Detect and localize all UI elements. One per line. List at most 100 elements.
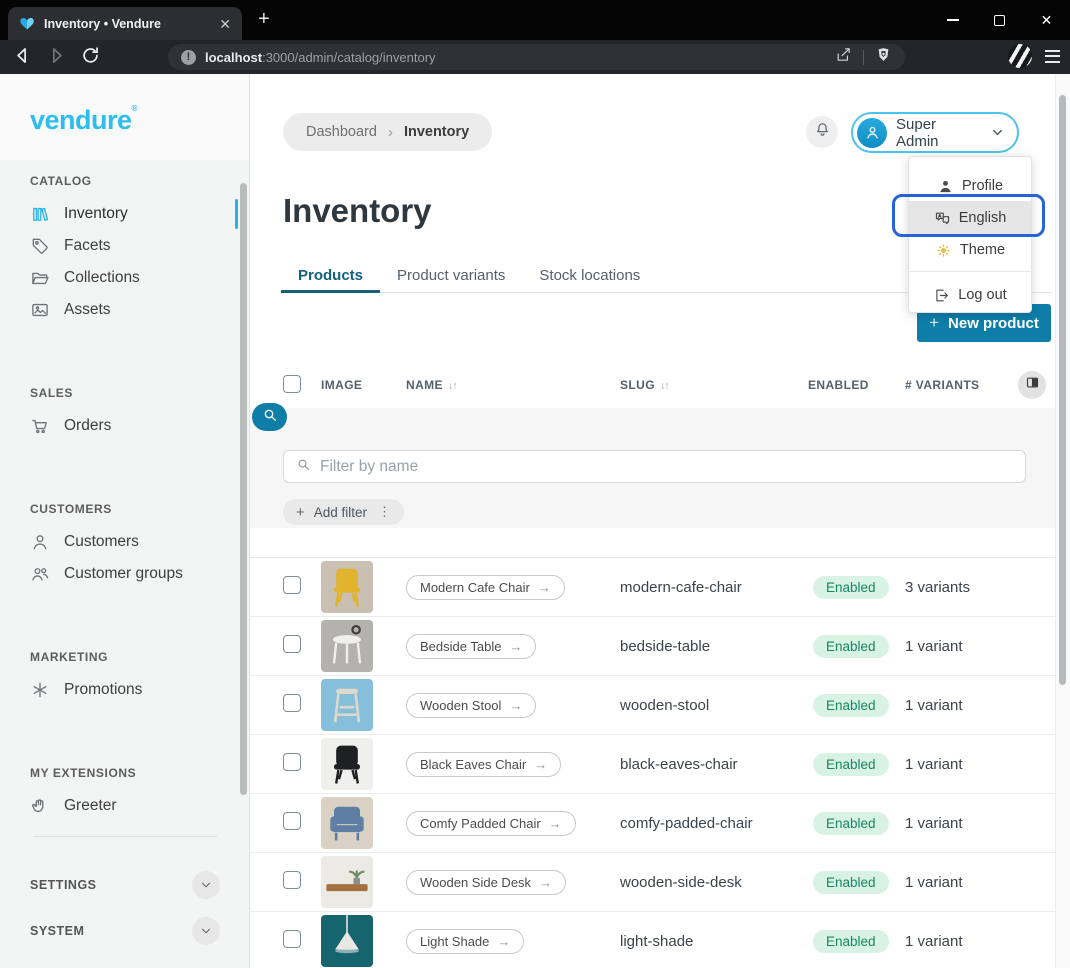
sun-icon	[935, 242, 952, 259]
nav-section-marketing: MARKETING Promotions	[0, 644, 249, 706]
column-header-image[interactable]: IMAGE	[321, 378, 406, 392]
product-name-link[interactable]: Wooden Stool→	[406, 693, 536, 718]
columns-icon	[1025, 375, 1040, 395]
variant-count: 1 variant	[905, 815, 1055, 832]
sidebar-group-settings[interactable]: SETTINGS	[0, 869, 249, 901]
sidebar-item-promotions[interactable]: Promotions	[0, 674, 249, 706]
sidebar-group-system[interactable]: SYSTEM	[0, 915, 249, 947]
menu-item-profile[interactable]: Profile	[909, 171, 1031, 201]
tab-close-icon[interactable]: ✕	[219, 17, 231, 31]
arrow-right-icon: →	[497, 934, 510, 949]
filter-input[interactable]	[320, 458, 1013, 476]
arrow-right-icon: →	[509, 698, 522, 713]
reload-button[interactable]	[80, 45, 101, 71]
minimize-button[interactable]	[929, 0, 976, 40]
vendure-logo[interactable]: vendure®	[30, 104, 137, 136]
tab-products[interactable]: Products	[281, 260, 380, 293]
status-badge: Enabled	[813, 753, 889, 776]
add-filter-button[interactable]: + Add filter ⋮	[283, 499, 404, 525]
sidebar: vendure® CATALOG Inventory Facets Collec…	[0, 74, 250, 968]
table-row: Wooden Stool→ wooden-stool Enabled 1 var…	[250, 676, 1055, 735]
select-all-checkbox[interactable]	[283, 375, 301, 393]
sidebar-item-collections[interactable]: Collections	[0, 262, 249, 294]
address-bar[interactable]: ! localhost:3000/admin/catalog/inventory	[168, 44, 905, 70]
product-slug: modern-cafe-chair	[620, 579, 808, 596]
product-name-link[interactable]: Modern Cafe Chair→	[406, 575, 565, 600]
menu-item-log-out[interactable]: Log out	[909, 280, 1031, 310]
product-name-link[interactable]: Black Eaves Chair→	[406, 752, 561, 777]
user-dropdown-menu: Profile English Theme Log out	[908, 156, 1032, 313]
kebab-menu-icon[interactable]: ⋮	[378, 504, 391, 520]
library-icon	[30, 204, 50, 224]
forward-button[interactable]	[46, 45, 67, 71]
asterisk-icon	[30, 680, 50, 700]
row-checkbox[interactable]	[283, 576, 301, 594]
sidebar-item-facets[interactable]: Facets	[0, 230, 249, 262]
sort-icon[interactable]: ↓↑	[448, 380, 457, 392]
site-info-icon[interactable]: !	[181, 50, 196, 65]
filter-zone: + Add filter ⋮	[250, 408, 1055, 528]
brave-shield-icon[interactable]	[875, 46, 892, 68]
variant-count: 1 variant	[905, 874, 1055, 891]
page-scrollbar-track[interactable]	[1055, 74, 1070, 968]
column-header-name[interactable]: NAME↓↑	[406, 378, 620, 392]
sidebar-item-orders[interactable]: Orders	[0, 410, 249, 442]
variant-count: 1 variant	[905, 933, 1055, 950]
sidebar-nav: CATALOG Inventory Facets Collections Ass…	[0, 160, 249, 968]
plus-icon: +	[296, 504, 305, 521]
nav-section-heading: MY EXTENSIONS	[0, 760, 249, 790]
row-checkbox[interactable]	[283, 753, 301, 771]
browser-window: Inventory • Vendure ✕ + ✕ ! localhost:30…	[0, 0, 1070, 968]
user-menu-button[interactable]: Super Admin	[851, 112, 1019, 153]
menu-item-english[interactable]: English	[909, 201, 1031, 235]
close-button[interactable]: ✕	[1023, 0, 1070, 40]
maximize-button[interactable]	[976, 0, 1023, 40]
page-scrollbar-thumb[interactable]	[1059, 95, 1066, 685]
breadcrumb-inventory[interactable]: Inventory	[404, 124, 469, 140]
tab-stock-locations[interactable]: Stock locations	[522, 260, 657, 293]
sidebar-item-customers[interactable]: Customers	[0, 526, 249, 558]
new-tab-button[interactable]: +	[258, 9, 270, 29]
sidebar-item-customer-groups[interactable]: Customer groups	[0, 558, 249, 590]
sidebar-item-inventory[interactable]: Inventory	[0, 198, 249, 230]
table-body: Modern Cafe Chair→ modern-cafe-chair Ena…	[250, 557, 1055, 968]
row-checkbox[interactable]	[283, 694, 301, 712]
sort-icon[interactable]: ↓↑	[660, 380, 669, 392]
product-thumbnail	[321, 797, 373, 849]
product-name-link[interactable]: Bedside Table→	[406, 634, 536, 659]
product-thumbnail	[321, 561, 373, 613]
sidebar-scrollbar[interactable]	[240, 183, 247, 795]
column-header-enabled[interactable]: ENABLED	[808, 378, 905, 392]
row-checkbox[interactable]	[283, 635, 301, 653]
chevron-down-icon[interactable]	[192, 871, 220, 899]
menu-item-theme[interactable]: Theme	[909, 235, 1031, 265]
variant-count: 1 variant	[905, 638, 1055, 655]
search-toggle-button[interactable]	[252, 403, 287, 431]
browser-tab[interactable]: Inventory • Vendure ✕	[8, 7, 242, 40]
menu-divider	[909, 271, 1031, 272]
arrow-right-icon: →	[549, 816, 562, 831]
tab-product-variants[interactable]: Product variants	[380, 260, 522, 293]
browser-titlebar: Inventory • Vendure ✕ + ✕	[0, 0, 1070, 40]
breadcrumb-dashboard[interactable]: Dashboard	[306, 124, 377, 140]
browser-menu-icon[interactable]	[1045, 50, 1060, 63]
browser-profile-avatar[interactable]	[1008, 44, 1032, 68]
sidebar-item-assets[interactable]: Assets	[0, 294, 249, 326]
sidebar-item-greeter[interactable]: Greeter	[0, 790, 249, 822]
column-header-slug[interactable]: SLUG↓↑	[620, 378, 808, 392]
back-button[interactable]	[12, 45, 33, 71]
product-name-link[interactable]: Comfy Padded Chair→	[406, 811, 576, 836]
row-checkbox[interactable]	[283, 871, 301, 889]
column-picker-button[interactable]	[1018, 371, 1046, 399]
product-name-link[interactable]: Wooden Side Desk→	[406, 870, 566, 895]
share-icon[interactable]	[835, 46, 852, 68]
main-content: Dashboard › Inventory Super Admin Invent…	[250, 74, 1070, 968]
chevron-down-icon[interactable]	[192, 917, 220, 945]
row-checkbox[interactable]	[283, 812, 301, 830]
search-icon	[296, 457, 311, 477]
status-badge: Enabled	[813, 871, 889, 894]
product-name-link[interactable]: Light Shade→	[406, 929, 524, 954]
users-icon	[30, 564, 50, 584]
row-checkbox[interactable]	[283, 930, 301, 948]
notifications-button[interactable]	[806, 116, 838, 148]
